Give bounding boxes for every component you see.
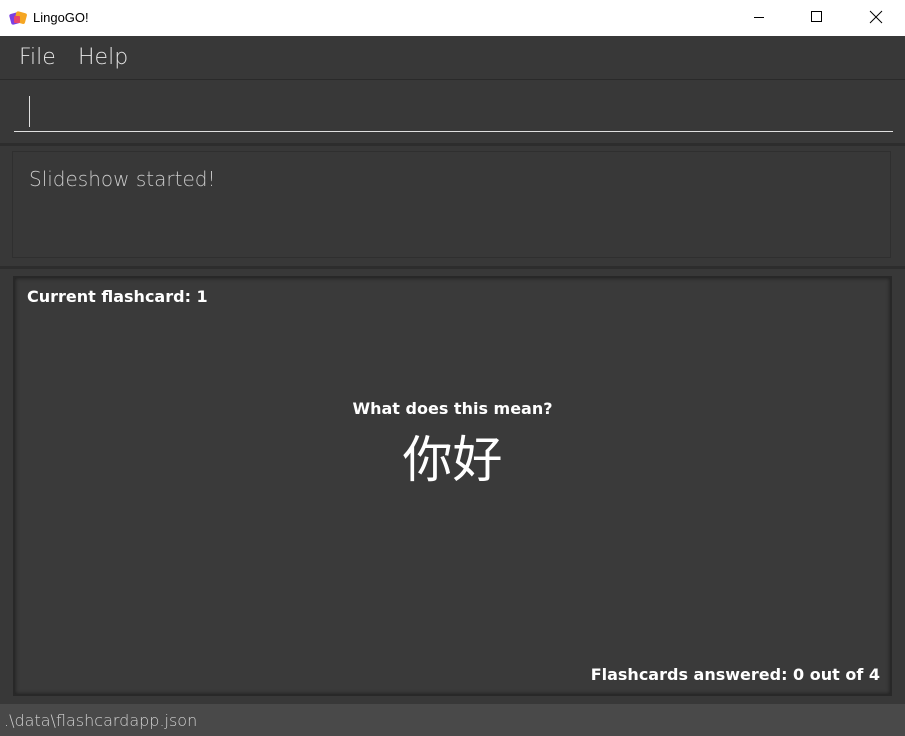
- close-button[interactable]: [847, 0, 905, 36]
- result-message: Slideshow started!: [29, 167, 216, 191]
- current-flashcard-label: Current flashcard: 1: [27, 287, 208, 306]
- menu-bar: File Help: [0, 36, 905, 80]
- window-title: LingoGO!: [33, 10, 89, 25]
- app-logo-icon: [9, 11, 27, 25]
- maximize-button[interactable]: [788, 0, 846, 36]
- result-display-box: Slideshow started!: [12, 151, 891, 258]
- maximize-icon: [811, 11, 822, 22]
- minimize-icon: [754, 17, 764, 18]
- minimize-button[interactable]: [730, 0, 788, 36]
- result-display-pane: Slideshow started!: [0, 146, 905, 269]
- title-bar: LingoGO!: [0, 0, 905, 36]
- flashcard-panel: Current flashcard: 1 What does this mean…: [13, 276, 892, 696]
- command-input[interactable]: [14, 92, 893, 132]
- flashcard-pane: Current flashcard: 1 What does this mean…: [0, 269, 905, 702]
- flashcard-question: What does this mean?: [352, 399, 553, 418]
- menu-file[interactable]: File: [19, 44, 56, 72]
- text-caret: [29, 96, 30, 127]
- save-file-path: .\data\flashcardapp.json: [4, 711, 198, 730]
- close-icon: [869, 10, 883, 24]
- command-box-pane: [0, 80, 905, 146]
- flashcard-word: 你好: [402, 431, 503, 489]
- answered-count-label: Flashcards answered: 0 out of 4: [590, 665, 880, 684]
- menu-help[interactable]: Help: [78, 44, 128, 72]
- status-bar: .\data\flashcardapp.json: [0, 704, 905, 736]
